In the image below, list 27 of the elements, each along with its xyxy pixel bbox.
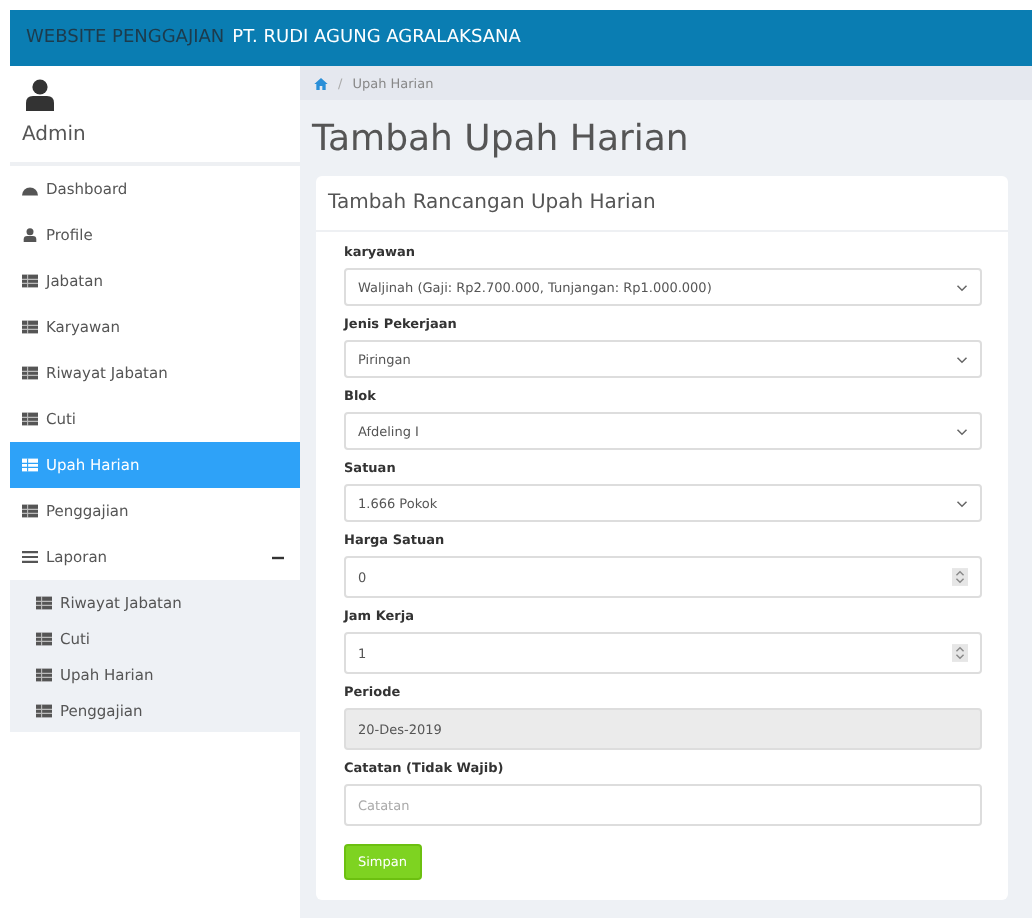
chevron-icon [956,355,968,363]
table-icon [36,703,52,717]
chevron-icon [956,283,968,291]
table-icon [22,458,38,472]
user-icon [26,78,54,112]
table-icon [36,595,52,609]
user-name: Admin [22,124,86,146]
table-icon [22,504,38,518]
spinner-icon[interactable] [952,644,968,662]
table-icon [22,412,38,426]
chevron-icon [956,427,968,435]
spinner-icon[interactable] [952,568,968,586]
list-icon [22,550,38,564]
gauge-icon [22,182,38,196]
table-icon [22,274,38,288]
chevron-icon [956,499,968,507]
home-icon[interactable] [314,77,328,89]
page-title: Tambah Upah Harian [310,116,691,164]
minus-icon[interactable] [272,551,284,563]
user-icon [22,228,38,242]
table-icon [22,366,38,380]
site-title: WEBSITE PENGGAJIAN [26,28,225,48]
table-icon [36,631,52,645]
table-icon [22,320,38,334]
company-name: PT. RUDI AGUNG AGRALAKSANA [232,28,521,48]
table-icon [36,667,52,681]
panel-title: Tambah Rancangan Upah Harian [316,176,1008,232]
